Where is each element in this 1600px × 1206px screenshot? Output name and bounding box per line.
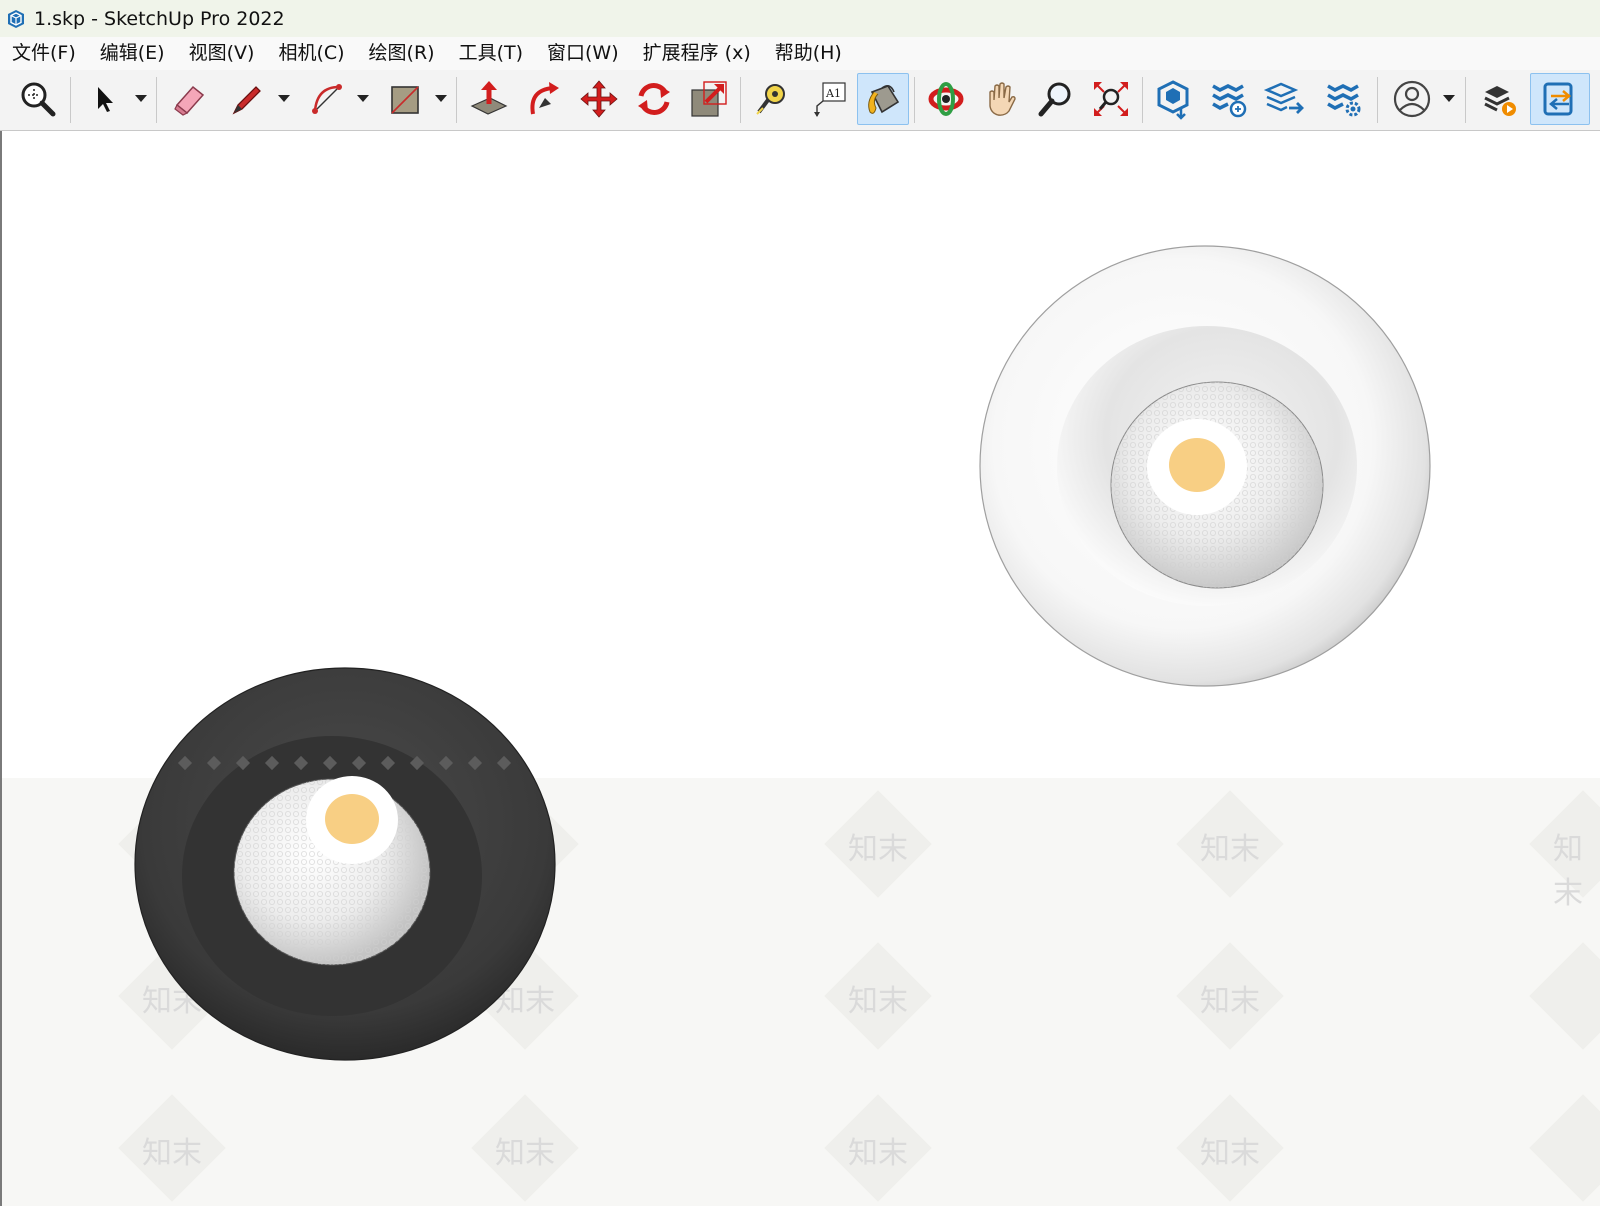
toolbar-separator — [70, 77, 71, 123]
move-icon[interactable] — [575, 75, 623, 123]
extension-manager-icon[interactable] — [1320, 75, 1368, 123]
svg-text:A1: A1 — [825, 87, 841, 100]
toolbar-separator — [456, 77, 457, 123]
menu-edit[interactable]: 编辑(E) — [88, 37, 177, 70]
rectangle-dropdown-chevron-icon[interactable] — [434, 92, 448, 106]
toolbar-separator — [914, 77, 915, 123]
sync-panel-icon[interactable] — [1530, 73, 1590, 125]
push-pull-icon[interactable] — [465, 75, 513, 123]
menu-window[interactable]: 窗口(W) — [535, 37, 631, 70]
extension-warehouse-icon[interactable] — [1205, 75, 1253, 123]
main-toolbar: A1 — [0, 70, 1600, 131]
rotate-icon[interactable] — [630, 75, 678, 123]
pan-hand-icon[interactable] — [977, 75, 1025, 123]
pencil-line-icon[interactable] — [222, 75, 270, 123]
toolbar-separator — [740, 77, 741, 123]
select-arrow-icon[interactable] — [80, 75, 128, 123]
arc-dropdown-chevron-icon[interactable] — [356, 92, 370, 106]
sketchup-logo-icon — [5, 8, 27, 30]
menu-tools[interactable]: 工具(T) — [447, 37, 535, 70]
toolbar-separator — [156, 77, 157, 123]
watermark-text: 知末 — [1200, 984, 1260, 1019]
zoom-icon[interactable] — [1032, 75, 1080, 123]
menu-view[interactable]: 视图(V) — [177, 37, 267, 70]
arc-icon[interactable] — [303, 75, 351, 123]
paint-bucket-icon[interactable] — [857, 73, 909, 125]
watermark-diamond — [1529, 942, 1600, 1050]
menu-help[interactable]: 帮助(H) — [763, 37, 854, 70]
pencil-dropdown-chevron-icon[interactable] — [277, 92, 291, 106]
title-bar: 1.skp - SketchUp Pro 2022 — [0, 0, 1600, 37]
scale-icon[interactable] — [685, 75, 733, 123]
watermark-text: 知末 — [495, 1136, 555, 1171]
3d-warehouse-icon[interactable] — [1150, 75, 1198, 123]
toolbar-separator — [1465, 77, 1466, 123]
text-label-icon[interactable]: A1 — [804, 75, 852, 123]
watermark-diamond — [1529, 1094, 1600, 1202]
black-downlight-model[interactable] — [132, 666, 562, 1066]
watermark-text: 知末 — [142, 1136, 202, 1171]
watermark-text: 知末 — [848, 1136, 908, 1171]
zoom-extents-icon[interactable] — [1087, 75, 1135, 123]
watermark-text: 知末 — [1553, 832, 1583, 911]
select-dropdown-chevron-icon[interactable] — [134, 92, 148, 106]
account-dropdown-chevron-icon[interactable] — [1442, 92, 1456, 106]
window-title: 1.skp - SketchUp Pro 2022 — [34, 7, 285, 30]
eraser-icon[interactable] — [165, 75, 213, 123]
watermark-text: 知末 — [1200, 832, 1260, 867]
menu-draw[interactable]: 绘图(R) — [357, 37, 447, 70]
menu-bar: 文件(F) 编辑(E) 视图(V) 相机(C) 绘图(R) 工具(T) 窗口(W… — [0, 37, 1600, 70]
toolbar-separator — [1377, 77, 1378, 123]
menu-file[interactable]: 文件(F) — [0, 37, 88, 70]
toolbar-separator — [1142, 77, 1143, 123]
menu-camera[interactable]: 相机(C) — [266, 37, 356, 70]
watermark-text: 知末 — [848, 832, 908, 867]
white-downlight-model[interactable] — [977, 241, 1437, 691]
follow-me-icon[interactable] — [520, 75, 568, 123]
zoom-window-icon[interactable] — [14, 75, 62, 123]
watermark-text: 知末 — [848, 984, 908, 1019]
tape-measure-icon[interactable] — [748, 75, 796, 123]
modeling-viewport[interactable]: 知末 知末 知末 知末 知末 知末 知末 知末 知末 知末 知末 知末 知末 — [0, 131, 1600, 1206]
trimble-connect-icon[interactable] — [1476, 75, 1524, 123]
menu-extensions[interactable]: 扩展程序 (x) — [631, 37, 763, 70]
layout-send-icon[interactable] — [1260, 75, 1308, 123]
orbit-icon[interactable] — [922, 75, 970, 123]
account-user-icon[interactable] — [1388, 75, 1436, 123]
rectangle-icon[interactable] — [380, 75, 428, 123]
watermark-text: 知末 — [1200, 1136, 1260, 1171]
